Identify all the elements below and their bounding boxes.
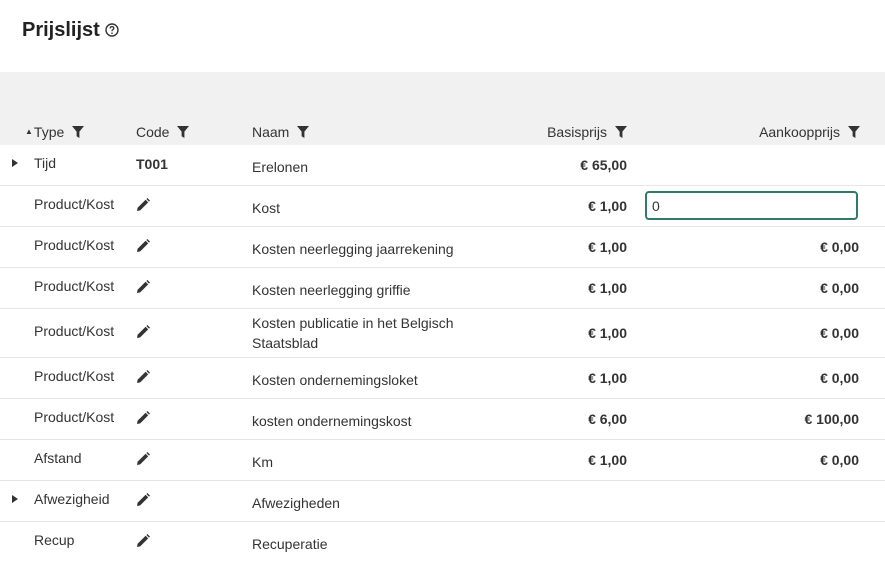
column-header-code[interactable]: Code	[136, 118, 190, 145]
pencil-icon[interactable]	[136, 198, 150, 212]
pencil-icon[interactable]	[136, 411, 150, 425]
basisprijs-cell: € 6,00	[588, 411, 627, 427]
type-cell: Product/Kost	[34, 323, 115, 339]
aankoopprijs-cell: € 0,00	[820, 370, 859, 386]
aankoopprijs-cell: € 0,00	[820, 280, 859, 296]
pencil-icon[interactable]	[136, 493, 150, 507]
filter-icon[interactable]	[177, 125, 190, 138]
basisprijs-cell: € 1,00	[588, 325, 627, 341]
basisprijs-cell: € 1,00	[588, 280, 627, 296]
naam-cell: Kosten ondernemingsloket	[252, 372, 418, 388]
pencil-icon[interactable]	[136, 452, 150, 466]
table-header: ▲ Type Code Naam Basisprijs Aankoopprijs	[0, 118, 885, 145]
basisprijs-cell: € 1,00	[588, 452, 627, 468]
basisprijs-cell: € 1,00	[588, 198, 627, 214]
type-cell: Product/Kost	[34, 409, 115, 425]
type-cell: Product/Kost	[34, 237, 115, 253]
column-label-aankoopprijs: Aankoopprijs	[759, 123, 840, 140]
naam-cell: Erelonen	[252, 159, 309, 175]
table-row[interactable]: Tijd T001 Erelonen € 65,00	[0, 145, 885, 186]
filter-icon[interactable]	[72, 125, 85, 138]
column-label-code: Code	[136, 123, 170, 140]
naam-cell: kosten ondernemingskost	[252, 413, 412, 429]
table-row[interactable]: Product/Kost Kosten ondernemingsloket € …	[0, 358, 885, 399]
filter-icon[interactable]	[848, 125, 860, 138]
aankoopprijs-input[interactable]	[645, 191, 858, 220]
table-row[interactable]: Product/Kost Kost € 1,00	[0, 186, 885, 227]
expand-row-icon[interactable]	[12, 159, 18, 167]
help-icon[interactable]	[105, 23, 119, 37]
table-row[interactable]: Afwezigheid Afwezigheden	[0, 481, 885, 522]
filter-icon[interactable]	[297, 125, 310, 138]
column-header-naam[interactable]: Naam	[252, 118, 310, 145]
basisprijs-cell: € 1,00	[588, 370, 627, 386]
table-row[interactable]: Product/Kost Kosten neerlegging griffie …	[0, 268, 885, 309]
pencil-icon[interactable]	[136, 280, 150, 294]
pencil-icon[interactable]	[136, 325, 150, 339]
expand-row-icon[interactable]	[12, 495, 18, 503]
aankoopprijs-cell: € 100,00	[804, 411, 860, 427]
code-cell: T001	[136, 156, 168, 172]
type-cell: Product/Kost	[34, 368, 115, 384]
sort-ascending-icon: ▲	[25, 127, 33, 136]
naam-cell: Kosten neerlegging griffie	[252, 282, 411, 298]
naam-cell: Km	[252, 454, 273, 470]
basisprijs-cell: € 1,00	[588, 239, 627, 255]
naam-cell: Kosten neerlegging jaarrekening	[252, 241, 454, 257]
aankoopprijs-cell: € 0,00	[820, 325, 859, 341]
column-header-basisprijs[interactable]: Basisprijs	[547, 118, 627, 145]
page-title: Prijslijst	[22, 18, 100, 41]
type-cell: Product/Kost	[34, 278, 115, 294]
pencil-icon[interactable]	[136, 239, 150, 253]
type-cell: Recup	[34, 532, 75, 548]
naam-cell: Afwezigheden	[252, 495, 340, 511]
table-row[interactable]: Product/Kost kosten ondernemingskost € 6…	[0, 399, 885, 440]
table-row[interactable]: Product/Kost Kosten neerlegging jaarreke…	[0, 227, 885, 268]
aankoopprijs-cell: € 0,00	[820, 452, 859, 468]
table-row[interactable]: Afstand Km € 1,00 € 0,00	[0, 440, 885, 481]
aankoopprijs-cell: € 0,00	[820, 239, 859, 255]
naam-cell: Kosten publicatie in het Belgisch Staats…	[252, 315, 454, 351]
type-cell: Afstand	[34, 450, 82, 466]
column-label-basisprijs: Basisprijs	[547, 123, 607, 140]
column-header-type[interactable]: ▲ Type	[25, 118, 85, 145]
filter-icon[interactable]	[615, 125, 627, 138]
type-cell: Afwezigheid	[34, 491, 110, 507]
column-header-aankoopprijs[interactable]: Aankoopprijs	[759, 118, 860, 145]
pencil-icon[interactable]	[136, 534, 150, 548]
type-cell: Product/Kost	[34, 196, 115, 212]
table-row[interactable]: Recup Recuperatie	[0, 522, 885, 562]
column-label-naam: Naam	[252, 123, 290, 140]
type-cell: Tijd	[34, 155, 57, 171]
title-bar: Prijslijst	[22, 17, 119, 43]
table-row[interactable]: Product/Kost Kosten publicatie in het Be…	[0, 309, 885, 358]
basisprijs-cell: € 65,00	[580, 157, 627, 173]
pencil-icon[interactable]	[136, 370, 150, 384]
naam-cell: Kost	[252, 200, 281, 216]
naam-cell: Recuperatie	[252, 536, 328, 552]
column-label-type: Type	[33, 123, 65, 140]
